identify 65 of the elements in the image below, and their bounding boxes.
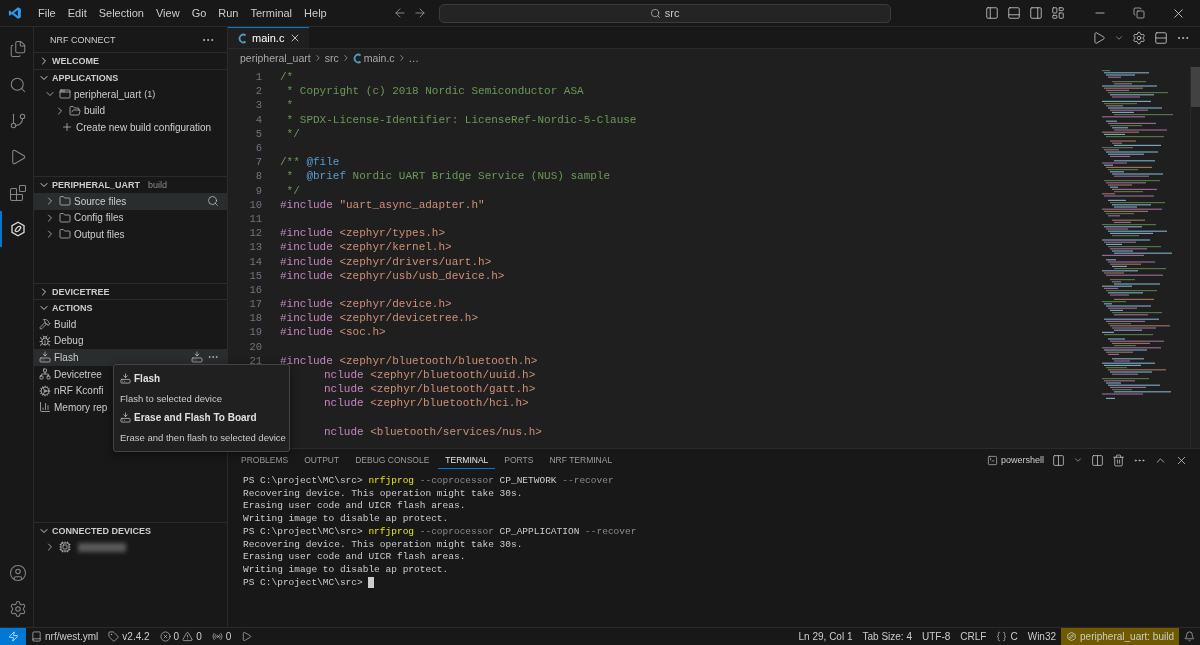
line-number: 10 <box>248 198 262 211</box>
tree-label: Create new build configuration <box>76 122 212 133</box>
code-line: */ <box>285 127 300 140</box>
terminal-line: Erasing user code and UICR flash areas. <box>243 499 467 513</box>
line-number: 20 <box>248 340 262 353</box>
line-number: 1 <box>254 71 262 84</box>
line-number: 21 <box>248 354 262 367</box>
code-line: #include "uart_async_adapter.h" <box>279 198 485 211</box>
tree-label: Build <box>54 318 77 330</box>
item-count: (1) <box>144 89 156 100</box>
terminal-line: Recovering device. This operation might take 30s. <box>243 486 524 500</box>
line-number: 15 <box>248 269 262 282</box>
code-line: nclude <zephyr/bluetooth/hci.h> <box>323 397 529 410</box>
line-number: 11 <box>248 212 262 225</box>
line-number: 18 <box>248 312 262 325</box>
line-number: 16 <box>248 283 262 296</box>
tree-label: peripheral_uart <box>74 88 142 100</box>
code-line: #include <zephyr/devicetree.h> <box>279 312 479 325</box>
code-line: nclude <zephyr/bluetooth/uuid.h> <box>323 369 536 382</box>
code-line: * <box>285 99 294 112</box>
line-number: 13 <box>248 241 262 254</box>
tree-label: Output files <box>74 229 125 240</box>
line-number: 14 <box>248 255 262 268</box>
terminal-line: Erasing user code and UICR flash areas. <box>243 550 467 564</box>
tree-label: build <box>84 105 106 117</box>
code-line: #include <zephyr/drivers/uart.h> <box>279 255 492 268</box>
terminal-line: PS C:\project\MC\src> nrfjprog --coprocessor CP_APPLICATION --recover <box>243 525 638 538</box>
code-line: /** @file <box>279 156 340 169</box>
terminal-line: PS C:\project\MC\src> nrfjprog --coprocessor CP_NETWORK --recover <box>243 474 615 487</box>
line-number: 17 <box>248 298 262 311</box>
line-number: 9 <box>254 184 262 197</box>
option-description: Flash to selected device <box>120 391 223 406</box>
terminal-line: Recovering device. This operation might take 30s. <box>243 537 524 551</box>
code-line: */ <box>285 184 300 197</box>
line-number: 3 <box>254 99 262 112</box>
tree-label: Devicetree <box>54 368 102 380</box>
tree-label: Memory rep <box>54 401 108 413</box>
terminal-line: Writing image to disable ap protect. <box>243 563 450 576</box>
line-number: 4 <box>254 113 262 126</box>
tree-label: nRF Kconfi <box>54 385 104 397</box>
code-line: nclude <zephyr/bluetooth/gatt.h> <box>323 383 536 396</box>
line-number: 5 <box>254 127 262 140</box>
code-line: #include <zephyr/bluetooth/bluetooth.h> <box>279 354 538 367</box>
code-line: /* <box>279 71 294 84</box>
terminal-line: Writing image to disable ap protect. <box>243 512 450 525</box>
code-line: * Copyright (c) 2018 Nordic Semiconductor ASA <box>285 85 584 98</box>
code-line: * @brief Nordic UART Bridge Service (NUS) sample <box>285 170 611 183</box>
code-line: #include <zephyr/usb/usb_device.h> <box>279 269 505 282</box>
tree-label: Debug <box>54 335 84 347</box>
code-line: * SPDX-License-Identifier: LicenseRef-Nordic-5-Clause <box>285 113 637 126</box>
code-line: #include <soc.h> <box>279 326 386 339</box>
line-number: 2 <box>254 85 262 98</box>
line-number: 7 <box>254 156 262 169</box>
terminal-line: PS C:\project\MC\src> <box>243 576 1200 589</box>
code-line: #include <zephyr/device.h> <box>279 298 452 311</box>
tree-label: Flash <box>54 352 79 363</box>
tree-label: Source files <box>74 195 127 207</box>
line-number: 19 <box>248 326 262 339</box>
code-line: #include <zephyr/types.h> <box>279 227 446 240</box>
code-line: #include <zephyr/kernel.h> <box>279 241 452 254</box>
sidebar-title: NRF CONNECT <box>50 34 116 45</box>
line-number: 8 <box>254 170 262 183</box>
line-number: 12 <box>248 227 262 240</box>
line-number: 6 <box>254 142 262 155</box>
tree-label: Config files <box>74 212 124 224</box>
